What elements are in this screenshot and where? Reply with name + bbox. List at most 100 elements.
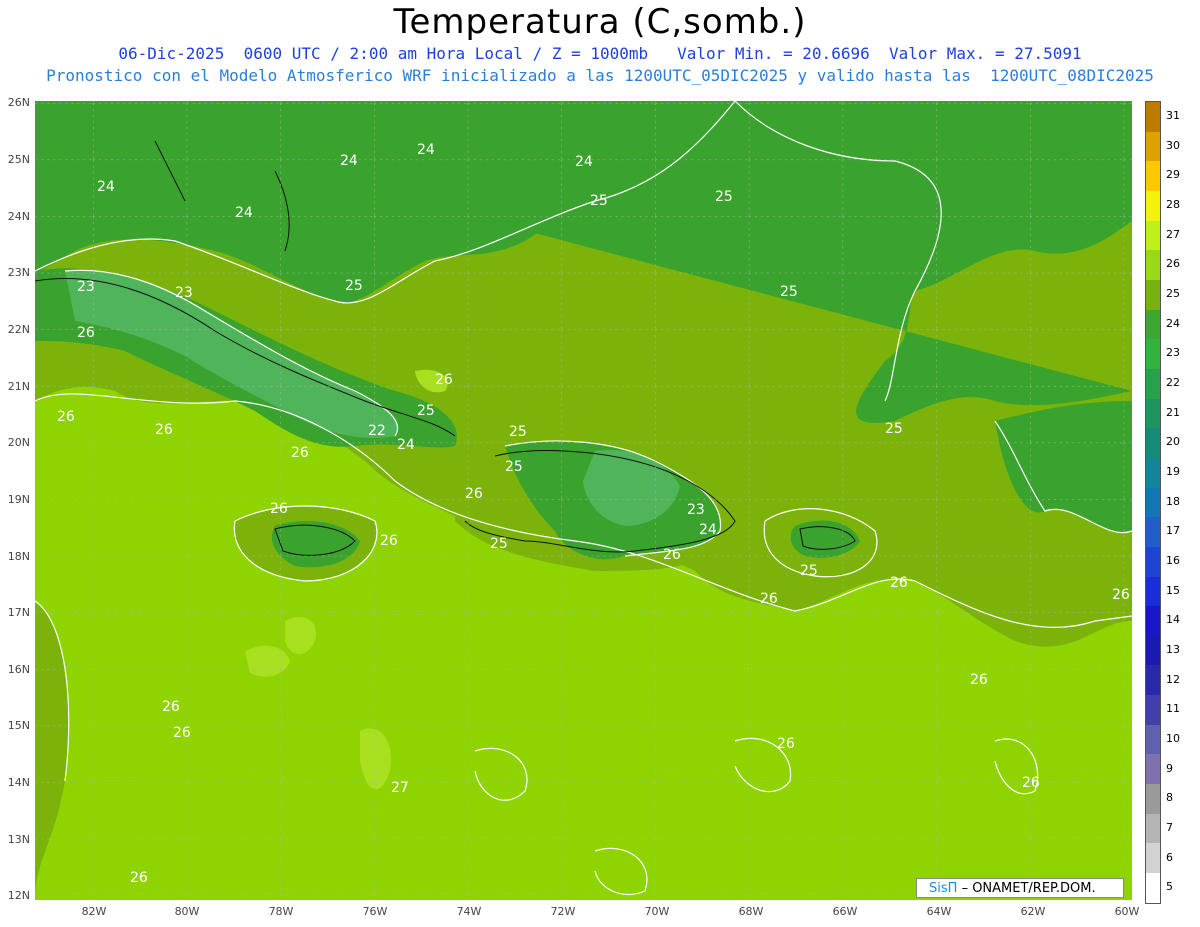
color-scale-swatch <box>1146 131 1160 162</box>
color-scale-swatch <box>1146 724 1160 755</box>
contour-label: 26 <box>663 547 681 563</box>
contour-label: 24 <box>699 522 717 538</box>
contour-label: 26 <box>155 422 173 438</box>
contour-label: 26 <box>77 325 95 341</box>
color-scale-swatch <box>1146 546 1160 577</box>
color-scale-swatch <box>1146 487 1160 518</box>
color-scale-swatch <box>1146 250 1160 280</box>
map-subtitle-date-range: 06-Dic-2025 0600 UTC / 2:00 am Hora Loca… <box>118 44 1082 63</box>
temperature-field: 24 24 24 24 24 25 25 25 23 23 25 26 26 2… <box>35 101 1132 900</box>
color-scale-swatch <box>1146 457 1160 488</box>
lon-label: 60W <box>1114 905 1140 918</box>
contour-label: 23 <box>687 502 705 518</box>
color-scale-swatch <box>1146 102 1160 132</box>
color-scale-label: 29 <box>1166 168 1180 182</box>
contour-label: 26 <box>130 870 148 886</box>
contour-label: 26 <box>57 409 75 425</box>
temperature-map: 24 24 24 24 24 25 25 25 23 23 25 26 26 2… <box>35 101 1132 900</box>
contour-label: 24 <box>235 205 253 221</box>
color-scale-swatch <box>1146 368 1160 399</box>
color-scale-swatch <box>1146 635 1160 666</box>
contour-label: 23 <box>77 279 95 295</box>
color-scale-label: 13 <box>1166 642 1180 656</box>
lon-label: 66W <box>832 905 858 918</box>
contour-label: 24 <box>97 179 115 195</box>
contour-label: 25 <box>715 189 733 205</box>
contour-label: 26 <box>270 501 288 517</box>
lat-label: 19N <box>7 493 30 506</box>
lon-label: 74W <box>456 905 482 918</box>
color-scale-bar <box>1145 101 1161 904</box>
color-scale-swatch <box>1146 606 1160 636</box>
color-scale-swatch <box>1146 843 1160 874</box>
color-scale-label: 16 <box>1166 553 1180 567</box>
color-scale-label: 25 <box>1166 286 1180 300</box>
color-scale-label: 12 <box>1166 672 1180 686</box>
color-scale-swatch <box>1146 517 1160 547</box>
credit-text: – ONAMET/REP.DOM. <box>961 881 1096 896</box>
lat-label: 23N <box>7 266 30 279</box>
contour-label: 25 <box>505 459 523 475</box>
color-scale-swatch <box>1146 339 1160 369</box>
color-scale-swatch <box>1146 665 1160 696</box>
color-scale-swatch <box>1146 695 1160 725</box>
lon-label: 68W <box>738 905 764 918</box>
color-scale-label: 20 <box>1166 435 1180 449</box>
contour-label: 25 <box>417 403 435 419</box>
contour-label: 26 <box>291 445 309 461</box>
contour-label: 25 <box>885 421 903 437</box>
contour-label: 26 <box>890 575 908 591</box>
color-scale-label: 28 <box>1166 197 1180 211</box>
color-scale-swatch <box>1146 279 1160 310</box>
contour-label: 25 <box>345 278 363 294</box>
contour-label: 26 <box>970 672 988 688</box>
lat-label: 13N <box>7 833 30 846</box>
color-scale-swatch <box>1146 754 1160 785</box>
color-scale-swatch <box>1146 784 1160 814</box>
contour-label: 25 <box>490 536 508 552</box>
color-scale-label: 17 <box>1166 524 1180 538</box>
color-scale-swatch <box>1146 309 1160 340</box>
color-scale-swatch <box>1146 576 1160 607</box>
color-scale-label: 8 <box>1166 791 1173 805</box>
contour-label: 24 <box>397 437 415 453</box>
lat-label: 24N <box>7 210 30 223</box>
lat-label: 21N <box>7 380 30 393</box>
credit-box: SisΠ – ONAMET/REP.DOM. <box>916 878 1124 898</box>
contour-label: 26 <box>162 699 180 715</box>
color-scale-label: 15 <box>1166 583 1180 597</box>
lon-label: 80W <box>174 905 200 918</box>
lat-label: 20N <box>7 436 30 449</box>
contour-label: 26 <box>1112 587 1130 603</box>
color-scale-label: 21 <box>1166 405 1180 419</box>
color-scale-label: 23 <box>1166 346 1180 360</box>
lon-label: 62W <box>1020 905 1046 918</box>
contour-label: 27 <box>391 780 409 796</box>
color-scale-label: 11 <box>1166 702 1180 716</box>
contour-label: 25 <box>800 563 818 579</box>
sispi-logo-text: SisΠ <box>929 881 958 896</box>
color-scale-label: 26 <box>1166 257 1180 271</box>
lat-label: 16N <box>7 663 30 676</box>
contour-label: 26 <box>760 591 778 607</box>
color-scale-swatch <box>1146 161 1160 191</box>
lat-label: 18N <box>7 550 30 563</box>
contour-label: 22 <box>368 423 386 439</box>
color-scale-label: 5 <box>1166 880 1173 894</box>
color-scale-label: 22 <box>1166 375 1180 389</box>
color-scale-label: 31 <box>1166 108 1180 122</box>
color-scale-swatch <box>1146 220 1160 251</box>
map-subtitle-model: Pronostico con el Modelo Atmosferico WRF… <box>46 66 1154 85</box>
lon-label: 82W <box>81 905 107 918</box>
color-scale-swatch <box>1146 813 1160 844</box>
contour-label: 26 <box>435 372 453 388</box>
color-scale-label: 19 <box>1166 464 1180 478</box>
contour-label: 24 <box>417 142 435 158</box>
lat-label: 12N <box>7 889 30 902</box>
lon-label: 64W <box>926 905 952 918</box>
lat-label: 22N <box>7 323 30 336</box>
lon-label: 76W <box>362 905 388 918</box>
lat-label: 25N <box>7 153 30 166</box>
lon-label: 70W <box>644 905 670 918</box>
contour-label: 26 <box>173 725 191 741</box>
